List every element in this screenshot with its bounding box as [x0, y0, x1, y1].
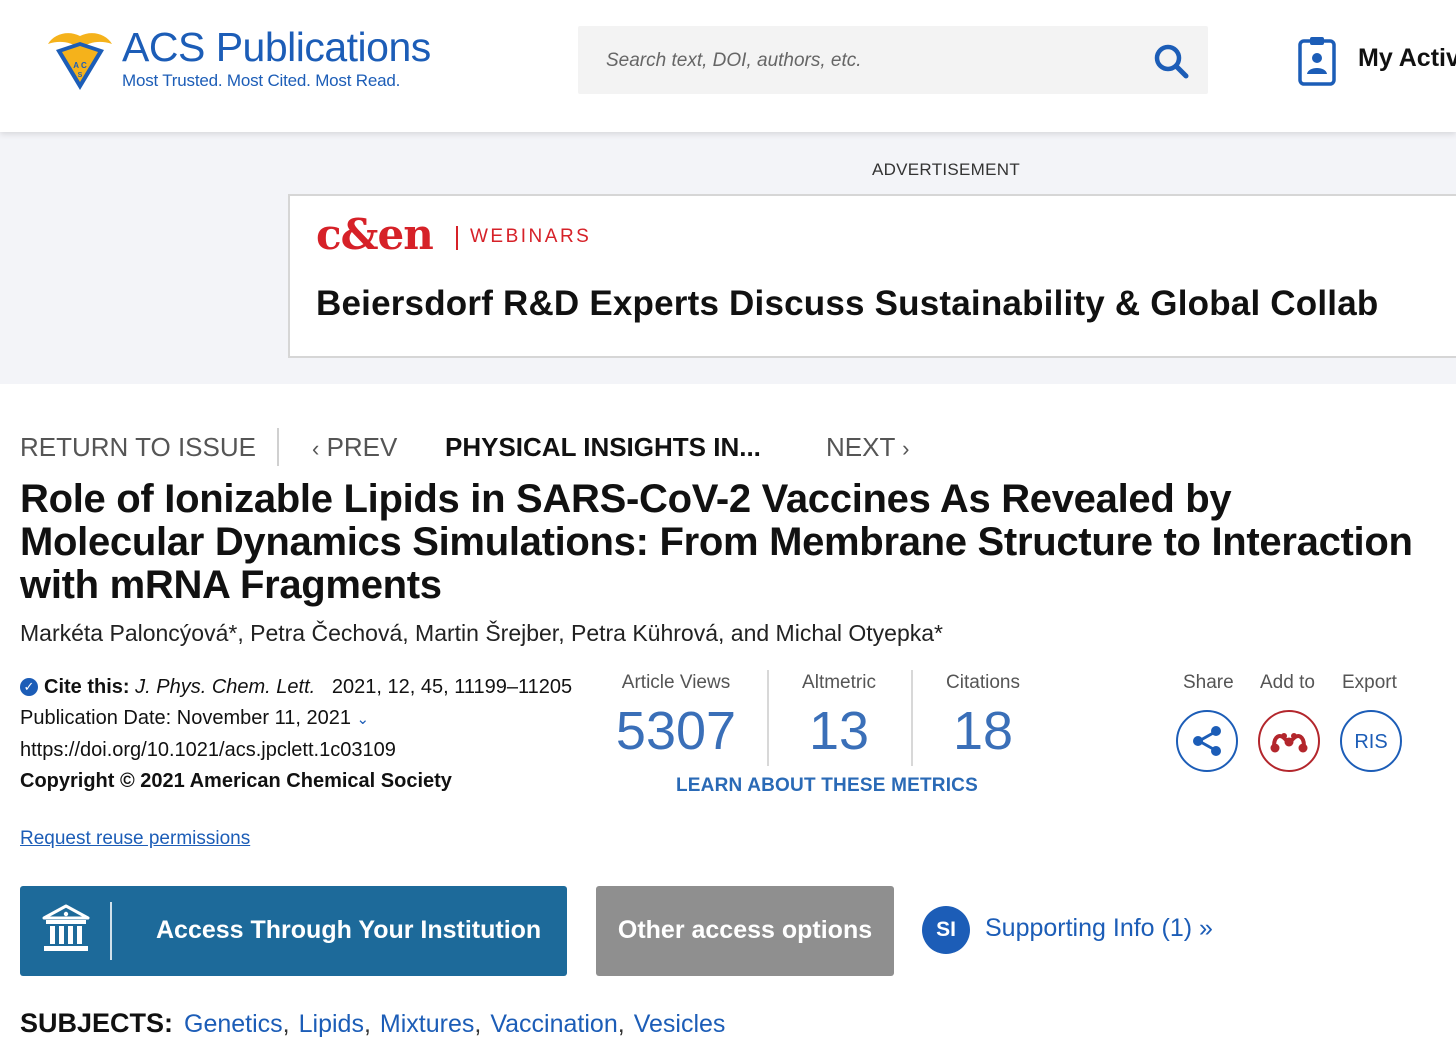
other-access-button[interactable]: Other access options [596, 886, 894, 976]
nav-divider [277, 428, 279, 466]
export-label: Export [1342, 672, 1397, 693]
institution-icon [42, 904, 90, 951]
chevron-left-icon: ‹ [312, 436, 320, 461]
prev-article-link[interactable]: ‹ PREV [312, 432, 397, 463]
share-label: Share [1183, 672, 1234, 693]
svg-text:A C: A C [73, 61, 87, 70]
citation-detail: 2021, 12, 45, 11199–11205 [331, 676, 573, 698]
subject-link[interactable]: Vesicles [634, 1010, 726, 1038]
article-authors[interactable]: Markéta Paloncýová*, Petra Čechová, Mart… [20, 620, 943, 647]
subject-link[interactable]: Vaccination [490, 1010, 617, 1038]
citations-value: 18 [952, 701, 1014, 761]
publication-date-text: Publication Date: November 11, 2021 [20, 707, 351, 729]
cen-logo: c&en [316, 210, 434, 259]
doi-link[interactable]: https://doi.org/10.1021/acs.jpclett.1c03… [20, 735, 580, 766]
altmetric-value: 13 [808, 701, 870, 761]
next-label: NEXT [826, 432, 895, 462]
clipboard-user-icon[interactable] [1298, 36, 1336, 86]
next-article-link[interactable]: NEXT › [826, 432, 909, 463]
ad-headline: Beiersdorf R&D Experts Discuss Sustainab… [316, 284, 1379, 323]
return-to-issue-link[interactable]: RETURN TO ISSUE [20, 432, 256, 463]
mendeley-icon [1270, 733, 1308, 753]
check-circle-icon: ✓ [20, 678, 38, 696]
share-icon [1193, 726, 1221, 756]
prev-label: PREV [326, 432, 398, 462]
ad-category: WEBINARS [470, 226, 592, 247]
logo-title[interactable]: ACS Publications [122, 24, 431, 71]
subject-link[interactable]: Genetics [184, 1010, 283, 1038]
share-button[interactable] [1176, 710, 1238, 772]
search-input[interactable] [604, 44, 1128, 78]
altmetric-label: Altmetric [802, 672, 876, 693]
reuse-permissions-link[interactable]: Request reuse permissions [20, 828, 250, 850]
copyright: Copyright © 2021 American Chemical Socie… [20, 770, 452, 792]
learn-metrics-link[interactable]: LEARN ABOUT THESE METRICS [676, 775, 978, 797]
access-institution-button[interactable]: Access Through Your Institution [20, 886, 567, 976]
add-to-label: Add to [1260, 672, 1315, 693]
cen-divider [456, 226, 458, 250]
chevron-right-icon: › [902, 436, 910, 461]
logo-tagline: Most Trusted. Most Cited. Most Read. [122, 71, 401, 90]
supporting-info-link[interactable]: Supporting Info (1) » [985, 914, 1213, 943]
subject-separator: , [282, 1010, 290, 1038]
article-views-value: 5307 [615, 701, 737, 761]
subject-separator: , [617, 1010, 625, 1038]
cite-line[interactable]: ✓ Cite this: J. Phys. Chem. Lett. 2021, 1… [20, 672, 580, 703]
citations-metric[interactable]: Citations 18 [913, 672, 1053, 762]
ris-label: RIS [1354, 731, 1388, 753]
citations-label: Citations [946, 672, 1020, 693]
search-bar [578, 26, 1208, 94]
my-activity-link[interactable]: My Activ [1358, 44, 1456, 73]
chevron-down-icon: ⌄ [356, 711, 370, 728]
article-title: Role of Ionizable Lipids in SARS-CoV-2 V… [20, 477, 1413, 607]
subject-separator: , [474, 1010, 482, 1038]
publication-date[interactable]: Publication Date: November 11, 2021 ⌄ [20, 703, 580, 735]
subject-separator: , [363, 1010, 371, 1038]
svg-text:S: S [78, 72, 83, 79]
export-ris-button[interactable]: RIS [1340, 710, 1402, 772]
site-header: A C S ACS Publications Most Trusted. Mos… [0, 0, 1456, 132]
subjects-label: SUBJECTS: [20, 1008, 174, 1038]
button-divider [110, 902, 112, 960]
advertisement-banner[interactable]: c&en WEBINARS Beiersdorf R&D Experts Dis… [288, 194, 1456, 358]
article-views-label: Article Views [621, 672, 731, 693]
journal-name: J. Phys. Chem. Lett. [135, 676, 316, 698]
altmetric-metric[interactable]: Altmetric 13 [769, 672, 909, 762]
access-institution-label: Access Through Your Institution [156, 916, 542, 944]
supporting-info-badge[interactable]: SI [922, 906, 970, 954]
cite-label: Cite this: [44, 676, 130, 698]
subject-link[interactable]: Mixtures [380, 1010, 474, 1038]
search-icon[interactable] [1152, 42, 1190, 80]
current-section-link[interactable]: PHYSICAL INSIGHTS IN... [445, 432, 761, 463]
citation-block: ✓ Cite this: J. Phys. Chem. Lett. 2021, 1… [20, 672, 580, 797]
advertisement-label: ADVERTISEMENT [871, 160, 1021, 179]
subjects-list: Genetics, Lipids, Mixtures, Vaccination, Ves… [184, 1010, 725, 1039]
add-to-mendeley-button[interactable] [1258, 710, 1320, 772]
article-views-metric[interactable]: Article Views 5307 [606, 672, 746, 762]
subject-link[interactable]: Lipids [299, 1010, 364, 1038]
acs-logo-icon[interactable]: A C S [46, 28, 114, 92]
other-access-label: Other access options [617, 916, 873, 944]
